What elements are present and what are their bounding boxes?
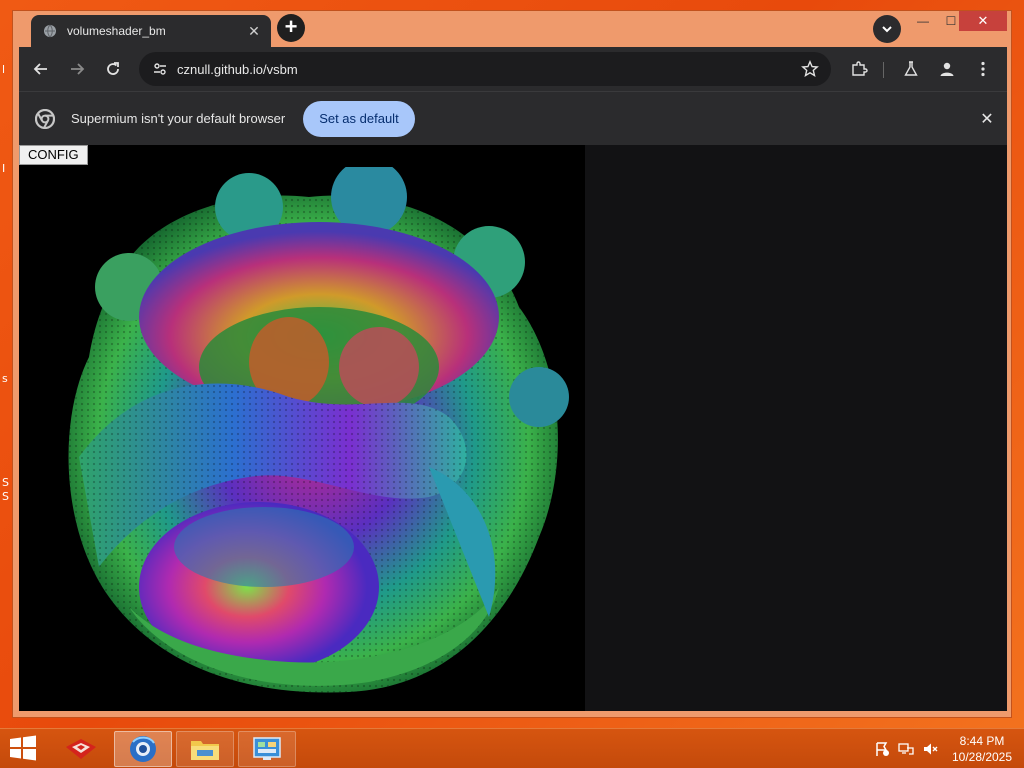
site-info-icon[interactable] (149, 58, 171, 80)
chromium-logo-icon (35, 108, 55, 129)
render-canvas[interactable]: CONFIG (19, 145, 585, 711)
start-button[interactable] (8, 735, 40, 763)
red-app-icon (66, 739, 96, 759)
reload-button[interactable] (95, 51, 131, 87)
set-as-default-button[interactable]: Set as default (303, 100, 415, 137)
minimize-button[interactable]: — (909, 11, 937, 31)
chevron-down-icon (882, 26, 892, 33)
default-browser-infobar: Supermium isn't your default browser Set… (19, 91, 1007, 145)
globe-icon (44, 24, 56, 38)
clock-time: 8:44 PM (959, 734, 1005, 748)
url-text: cznull.github.io/vsbm (177, 61, 298, 77)
browser-window: volumeshader_bm ✕ + — ☐ ✕ cznull.github.… (12, 10, 1012, 718)
control-panel-icon (253, 737, 281, 760)
supermium-browser-icon (130, 736, 156, 762)
back-button[interactable] (23, 51, 59, 87)
taskbar-app-red[interactable] (52, 731, 110, 767)
folder-icon (191, 741, 219, 760)
windows-logo-icon (10, 735, 36, 761)
fractal-render-image (68, 167, 569, 693)
infobar-close-icon[interactable]: ✕ (977, 109, 997, 129)
config-button[interactable]: CONFIG (19, 145, 88, 165)
taskbar-control-panel[interactable] (238, 731, 296, 767)
desktop-text-fragment: S (2, 476, 9, 489)
infobar-message: Supermium isn't your default browser (71, 111, 286, 126)
desktop-text-fragment: I (2, 162, 6, 175)
tab-search-button[interactable] (873, 15, 901, 43)
tab-strip: volumeshader_bm ✕ + — ☐ ✕ (13, 11, 1011, 47)
flask-icon (904, 61, 918, 76)
arrow-left-icon (33, 63, 47, 75)
close-window-button[interactable]: ✕ (959, 11, 1007, 31)
action-center-flag-icon[interactable] (872, 739, 892, 759)
forward-button[interactable] (59, 51, 95, 87)
taskbar-file-explorer[interactable] (176, 731, 234, 767)
menu-button[interactable] (965, 51, 1001, 87)
volume-muted-icon[interactable] (920, 739, 940, 759)
page-content: CONFIG (19, 145, 1007, 711)
clock-date: 10/28/2025 (951, 750, 1013, 764)
profile-button[interactable] (929, 51, 965, 87)
desktop-text-fragment: S (2, 490, 9, 503)
labs-button[interactable] (893, 51, 929, 87)
tab-title: volumeshader_bm (67, 24, 166, 38)
address-bar[interactable]: cznull.github.io/vsbm (139, 52, 831, 86)
tab-close-icon[interactable]: ✕ (245, 22, 263, 40)
network-icon[interactable] (896, 739, 916, 759)
bookmark-star-icon[interactable] (799, 58, 821, 80)
browser-toolbar: cznull.github.io/vsbm (19, 47, 1007, 91)
arrow-right-icon (71, 63, 85, 75)
person-icon (940, 62, 954, 76)
new-tab-button[interactable]: + (277, 14, 305, 42)
taskbar-supermium[interactable] (114, 731, 172, 767)
system-clock[interactable]: 8:44 PM 10/28/2025 (946, 733, 1018, 765)
kebab-menu-icon (981, 61, 985, 77)
puzzle-icon (852, 61, 868, 76)
toolbar-separator (883, 62, 884, 78)
taskbar: 8:44 PM 10/28/2025 (0, 728, 1024, 768)
desktop-text-fragment: s (2, 372, 8, 385)
desktop-text-fragment: l (2, 63, 6, 76)
extensions-button[interactable] (841, 51, 877, 87)
reload-icon (107, 62, 119, 75)
tab-volumeshader[interactable]: volumeshader_bm ✕ (31, 15, 271, 47)
